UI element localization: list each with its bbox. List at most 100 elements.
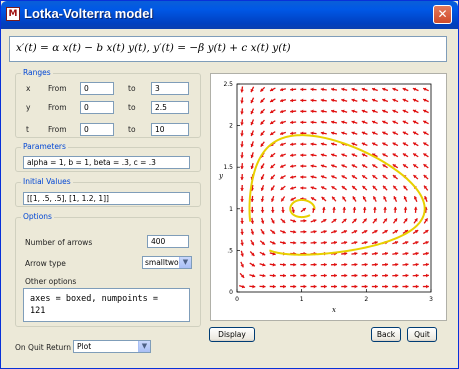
arrow-head — [405, 262, 409, 267]
y-tick-label: .5 — [227, 247, 233, 254]
arrow-head — [374, 273, 378, 278]
range-to-label-x: to — [128, 84, 136, 93]
arrow-head — [300, 164, 304, 168]
arrow-head — [293, 262, 297, 267]
arrow-head — [313, 273, 317, 278]
ranges-title: Ranges — [21, 68, 53, 77]
arrow-head — [354, 284, 358, 289]
close-button[interactable]: ✕ — [433, 5, 452, 24]
arrow-head — [344, 262, 348, 267]
num-arrows-input[interactable]: 400 — [147, 235, 189, 248]
arrow-head — [303, 229, 307, 234]
range-var-t: t — [26, 125, 29, 134]
maple-app-icon: M — [6, 7, 20, 21]
arrow-head — [310, 98, 314, 103]
arrow-head — [240, 122, 244, 126]
on-quit-value: Plot — [77, 342, 92, 351]
x-tick-label: 2 — [364, 296, 368, 303]
arrow-head — [395, 273, 399, 278]
arrow-head — [240, 155, 244, 159]
arrow-head — [300, 98, 304, 103]
num-arrows-label: Number of arrows — [25, 238, 93, 247]
arrow-head — [354, 273, 358, 278]
arrow-head — [300, 120, 304, 125]
x-tick-label: 1 — [300, 296, 304, 303]
arrow-head — [240, 220, 244, 224]
arrow-head — [364, 262, 368, 267]
arrow-head — [240, 231, 244, 235]
arrow-head — [323, 284, 327, 289]
arrow-head — [383, 206, 387, 210]
arrow-head — [293, 273, 297, 278]
arrow-type-label: Arrow type — [25, 259, 66, 268]
arrow-head — [332, 206, 336, 210]
arrow-head — [313, 284, 317, 289]
arrow-head — [342, 206, 347, 210]
y-tick-label: 1 — [229, 206, 233, 213]
arrow-head — [395, 262, 399, 267]
on-quit-label: On Quit Return — [15, 343, 71, 352]
y-axis-label: y — [218, 172, 224, 180]
y-tick-label: 0 — [229, 289, 233, 296]
arrow-head — [250, 198, 255, 202]
quit-button[interactable]: Quit — [407, 327, 437, 342]
arrow-head — [313, 262, 317, 267]
title-bar[interactable]: M Lotka-Volterra model ✕ — [1, 1, 458, 29]
arrow-head — [373, 206, 377, 210]
other-options-textarea[interactable]: axes = boxed, numpoints = 121 — [23, 288, 190, 322]
arrow-head — [310, 120, 314, 125]
x-from-input[interactable]: 0 — [80, 82, 114, 95]
arrow-head — [426, 284, 429, 289]
arrow-head — [300, 109, 304, 114]
arrow-head — [240, 133, 244, 137]
x-to-input[interactable]: 3 — [151, 82, 189, 95]
arrow-head — [300, 186, 304, 190]
arrow-head — [300, 175, 304, 179]
arrow-head — [310, 131, 314, 136]
chevron-down-icon[interactable]: ▼ — [138, 341, 150, 352]
arrow-head — [250, 210, 255, 213]
other-options-label: Other options — [25, 277, 77, 286]
formula-display: x′(t) = α x(t) − b x(t) y(t), y′(t) = −β… — [9, 36, 447, 62]
y-tick-label: 1.5 — [223, 164, 233, 171]
app-window: M Lotka-Volterra model ✕ x′(t) = α x(t) … — [0, 0, 459, 369]
parameters-input[interactable]: alpha = 1, b = 1, beta = .3, c = .3 — [23, 156, 190, 169]
arrow-head — [240, 144, 244, 148]
arrow-head — [240, 111, 244, 115]
t-from-input[interactable]: 0 — [80, 123, 114, 136]
back-button[interactable]: Back — [371, 327, 401, 342]
arrow-head — [405, 273, 409, 278]
arrow-head — [290, 98, 294, 103]
ode-formula: x′(t) = α x(t) − b x(t) y(t), y′(t) = −β… — [16, 42, 291, 54]
arrow-head — [403, 206, 408, 210]
arrow-head — [240, 188, 244, 191]
on-quit-select[interactable]: Plot ▼ — [73, 340, 151, 353]
arrow-type-select[interactable]: smalltwo ▼ — [142, 256, 192, 269]
initial-values-title: Initial Values — [21, 177, 73, 186]
arrow-head — [344, 284, 348, 289]
arrow-head — [290, 142, 294, 147]
arrow-head — [240, 89, 244, 93]
chevron-down-icon[interactable]: ▼ — [179, 257, 191, 268]
display-button[interactable]: Display — [209, 327, 255, 342]
arrow-head — [290, 109, 294, 114]
range-var-y: y — [26, 103, 31, 112]
t-to-input[interactable]: 10 — [151, 123, 189, 136]
arrow-type-value: smalltwo — [145, 258, 179, 267]
y-to-input[interactable]: 2.5 — [151, 101, 189, 114]
arrow-head — [334, 284, 337, 289]
arrow-head — [415, 284, 419, 289]
arrow-head — [290, 87, 294, 92]
arrow-head — [293, 284, 297, 289]
arrow-head — [425, 273, 429, 278]
arrow-head — [252, 284, 256, 289]
arrow-head — [240, 100, 244, 104]
initial-values-input[interactable]: [[1, .5, .5], [1, 1.2, 1]] — [23, 192, 190, 205]
arrow-head — [364, 284, 368, 289]
x-tick-label: 3 — [429, 296, 433, 303]
arrow-head — [322, 206, 326, 210]
arrow-head — [385, 262, 389, 267]
y-from-input[interactable]: 0 — [80, 101, 114, 114]
arrow-head — [313, 240, 317, 245]
arrow-head — [283, 273, 286, 278]
